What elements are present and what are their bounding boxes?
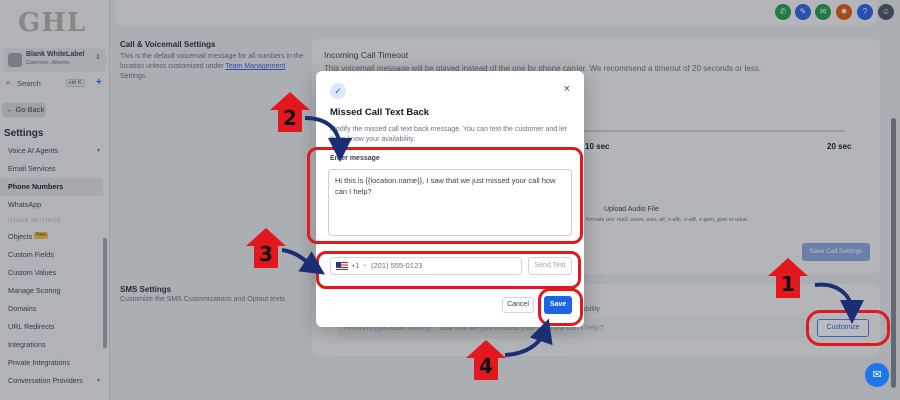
step-number-4: 4 bbox=[479, 354, 493, 378]
highlight-phone-row bbox=[316, 251, 581, 289]
cancel-button[interactable]: Cancel bbox=[502, 297, 534, 313]
step-number-2: 2 bbox=[283, 106, 297, 130]
modal-title: Missed Call Text Back bbox=[330, 107, 430, 118]
step-number-1: 1 bbox=[781, 272, 795, 296]
modal-description: Modify the missed call text back message… bbox=[330, 126, 567, 143]
close-icon[interactable]: × bbox=[564, 83, 570, 95]
message-icon: ✓ bbox=[330, 83, 346, 99]
chat-widget-icon[interactable]: ✉ bbox=[865, 363, 889, 387]
step-number-3: 3 bbox=[259, 242, 273, 266]
highlight-message-box bbox=[307, 147, 583, 244]
highlight-customize bbox=[806, 310, 890, 346]
highlight-save bbox=[538, 288, 583, 326]
